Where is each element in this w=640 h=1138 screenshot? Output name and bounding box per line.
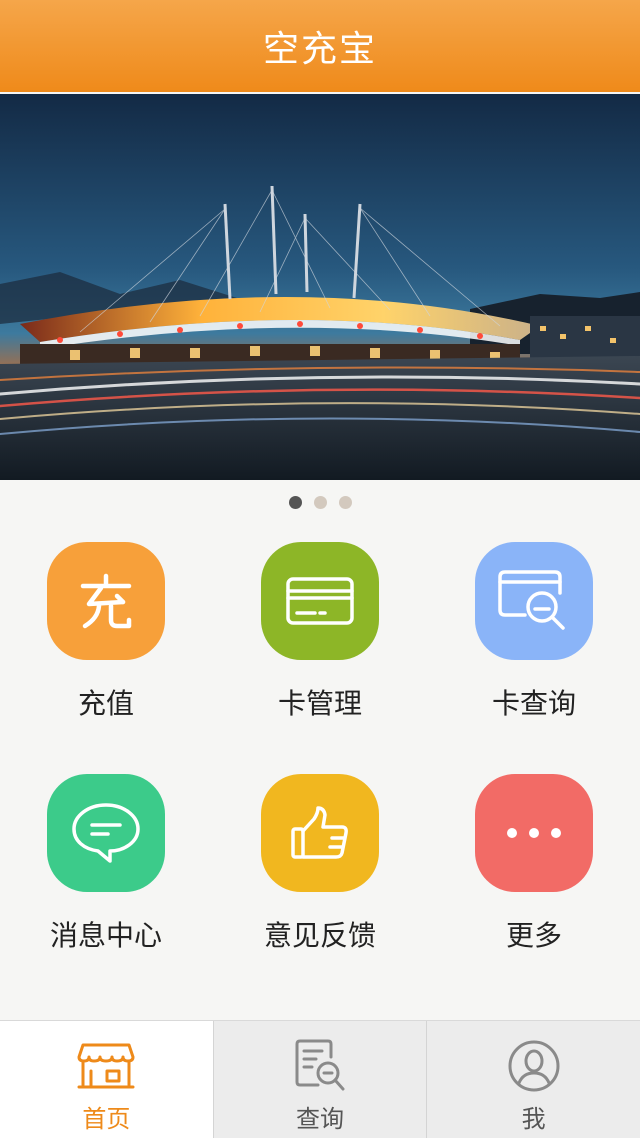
query-icon [294,1039,346,1093]
menu-item-more[interactable]: 更多 [434,774,634,984]
tab-label: 我 [521,1105,546,1133]
carousel-dot-1[interactable] [288,496,302,509]
card-search-icon [498,570,565,630]
home-store-icon [77,1039,135,1093]
app-screen: 空充宝 充值 卡管理 卡查询 消息中心 意见反馈 更多 首页 查询 我 [0,0,640,1138]
menu-item-feedback[interactable]: 意见反馈 [220,774,420,984]
more-tile[interactable] [475,774,593,892]
profile-icon [507,1039,561,1093]
bottom-tab-bar: 首页 查询 我 [0,1020,640,1138]
card-icon [286,577,354,625]
banner-carousel[interactable] [0,94,640,480]
menu-item-message-center[interactable]: 消息中心 [6,774,206,984]
message-icon [72,803,140,863]
banner-image [0,94,640,480]
menu-label: 卡查询 [491,687,576,720]
menu-label: 消息中心 [49,919,162,952]
tab-home[interactable]: 首页 [0,1021,213,1138]
card-query-tile[interactable] [475,542,593,660]
tab-query[interactable]: 查询 [212,1021,427,1138]
carousel-dot-3[interactable] [338,496,352,509]
tab-label: 查询 [296,1105,344,1133]
menu-label: 更多 [505,919,562,952]
menu-item-recharge[interactable]: 充值 [6,542,206,752]
feedback-tile[interactable] [261,774,379,892]
menu-label: 意见反馈 [263,919,376,952]
menu-item-card-management[interactable]: 卡管理 [220,542,420,752]
carousel-dot-2[interactable] [313,496,327,509]
card-management-tile[interactable] [261,542,379,660]
app-title: 空充宝 [262,29,377,70]
menu-item-card-query[interactable]: 卡查询 [434,542,634,752]
recharge-tile[interactable] [47,542,165,660]
tab-me[interactable]: 我 [426,1021,640,1138]
title-bar: 空充宝 [0,0,640,92]
message-center-tile[interactable] [47,774,165,892]
carousel-indicator [0,496,640,510]
recharge-icon [80,573,132,629]
menu-label: 卡管理 [277,687,362,720]
thumbs-up-icon [291,806,348,859]
tab-label: 首页 [82,1105,131,1133]
menu-label: 充值 [77,687,134,720]
more-icon [507,828,561,838]
